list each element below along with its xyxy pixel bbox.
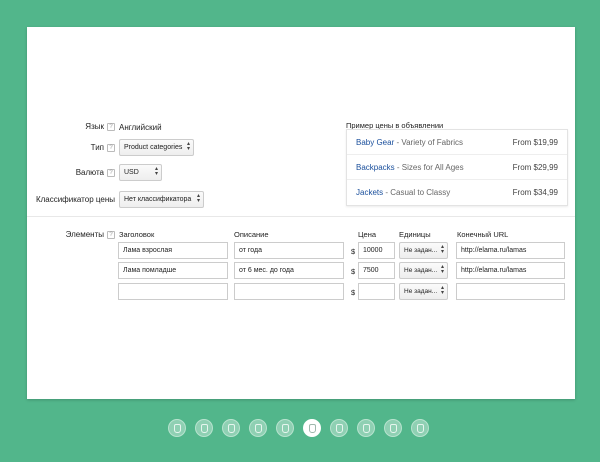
qualifier-label: Классификатор цены (27, 195, 115, 204)
currency-symbol: $ (351, 288, 356, 297)
units-select[interactable]: Не задан... ▴ ▾ (399, 242, 448, 259)
description-input[interactable] (234, 283, 344, 300)
llama-icon (282, 424, 289, 433)
llama-icon (390, 424, 397, 433)
sample-link[interactable]: Jackets (356, 188, 383, 197)
currency-label-text: Валюта (75, 168, 104, 177)
currency-select-value: USD (124, 169, 139, 176)
slide-dot[interactable] (222, 419, 240, 437)
slide-dot[interactable] (276, 419, 294, 437)
type-select-value: Product categories (124, 144, 183, 151)
llama-icon (417, 424, 424, 433)
slide-pagination (168, 419, 429, 437)
help-icon[interactable]: ? (107, 143, 115, 152)
qualifier-label-text: Классификатор цены (35, 195, 115, 204)
language-label-text: Язык (85, 122, 104, 131)
col-header-units: Единицы (399, 230, 431, 239)
units-select-value: Не задан... (404, 288, 438, 295)
currency-select[interactable]: USD ▴ ▾ (119, 164, 162, 181)
col-header-price: Цена (358, 230, 377, 239)
llama-icon (228, 424, 235, 433)
price-input[interactable] (358, 283, 395, 300)
sample-row: Jackets - Casual to Classy From $34,99 (347, 180, 567, 205)
price-input[interactable]: 7500 (358, 262, 395, 279)
help-icon[interactable]: ? (107, 122, 115, 131)
type-label-text: Тип (90, 143, 104, 152)
help-icon[interactable]: ? (107, 230, 115, 239)
slide-dot-active[interactable] (303, 419, 321, 437)
sample-row: Backpacks - Sizes for All Ages From $29,… (347, 155, 567, 180)
slide-dot[interactable] (195, 419, 213, 437)
llama-icon (201, 424, 208, 433)
currency-symbol: $ (351, 267, 356, 276)
llama-icon (255, 424, 262, 433)
items-label-text: Элементы (65, 230, 104, 239)
select-arrows-icon: ▴ ▾ (440, 264, 444, 275)
sample-row-name: Jackets - Casual to Classy (356, 188, 450, 197)
llama-icon (363, 424, 370, 433)
sample-desc: - Sizes for All Ages (394, 163, 464, 172)
title-input[interactable] (118, 283, 228, 300)
sample-row-name: Backpacks - Sizes for All Ages (356, 163, 464, 172)
type-label: Тип? (37, 143, 115, 152)
units-select-value: Не задан... (404, 267, 438, 274)
language-label: Язык? (37, 122, 115, 131)
section-divider (27, 216, 575, 217)
sample-price: From $29,99 (512, 163, 558, 172)
sample-row: Baby Gear - Variety of Fabrics From $19,… (347, 130, 567, 155)
slide-dot[interactable] (357, 419, 375, 437)
units-select[interactable]: Не задан... ▴ ▾ (399, 262, 448, 279)
url-input[interactable] (456, 283, 565, 300)
col-header-description: Описание (234, 230, 269, 239)
title-input[interactable]: Лама помладше (118, 262, 228, 279)
description-input[interactable]: от года (234, 242, 344, 259)
qualifier-select-value: Нет классификатора (124, 196, 192, 203)
help-icon[interactable]: ? (107, 168, 115, 177)
price-input[interactable]: 10000 (358, 242, 395, 259)
sample-price: From $34,99 (512, 188, 558, 197)
type-select[interactable]: Product categories ▴ ▾ (119, 139, 194, 156)
sample-link[interactable]: Baby Gear (356, 138, 394, 147)
url-input[interactable]: http://elama.ru/lamas (456, 242, 565, 259)
select-arrows-icon: ▴ ▾ (154, 166, 158, 177)
sample-price-box: Baby Gear - Variety of Fabrics From $19,… (346, 129, 568, 206)
sample-desc: - Variety of Fabrics (394, 138, 464, 147)
units-select-value: Не задан... (404, 247, 438, 254)
sample-price: From $19,99 (512, 138, 558, 147)
items-label: Элементы? (37, 230, 115, 239)
url-input[interactable]: http://elama.ru/lamas (456, 262, 565, 279)
currency-label: Валюта? (37, 168, 115, 177)
currency-symbol: $ (351, 247, 356, 256)
select-arrows-icon: ▴ ▾ (196, 193, 200, 204)
llama-icon (336, 424, 343, 433)
col-header-url: Конечный URL (457, 230, 509, 239)
slide-dot[interactable] (411, 419, 429, 437)
units-select[interactable]: Не задан... ▴ ▾ (399, 283, 448, 300)
slide-dot[interactable] (249, 419, 267, 437)
llama-icon (309, 424, 316, 433)
select-arrows-icon: ▴ ▾ (186, 141, 190, 152)
llama-icon (174, 424, 181, 433)
sample-link[interactable]: Backpacks (356, 163, 395, 172)
select-arrows-icon: ▴ ▾ (440, 285, 444, 296)
sample-desc: - Casual to Classy (383, 188, 451, 197)
sample-row-name: Baby Gear - Variety of Fabrics (356, 138, 463, 147)
title-input[interactable]: Лама взрослая (118, 242, 228, 259)
slide-dot[interactable] (168, 419, 186, 437)
col-header-title: Заголовок (119, 230, 155, 239)
select-arrows-icon: ▴ ▾ (440, 244, 444, 255)
qualifier-select[interactable]: Нет классификатора ▴ ▾ (119, 191, 204, 208)
slide-dot[interactable] (330, 419, 348, 437)
language-value: Английский (119, 123, 162, 132)
slide-dot[interactable] (384, 419, 402, 437)
main-panel: Язык? Английский Тип? Product categories… (27, 27, 575, 399)
description-input[interactable]: от 6 мес. до года (234, 262, 344, 279)
